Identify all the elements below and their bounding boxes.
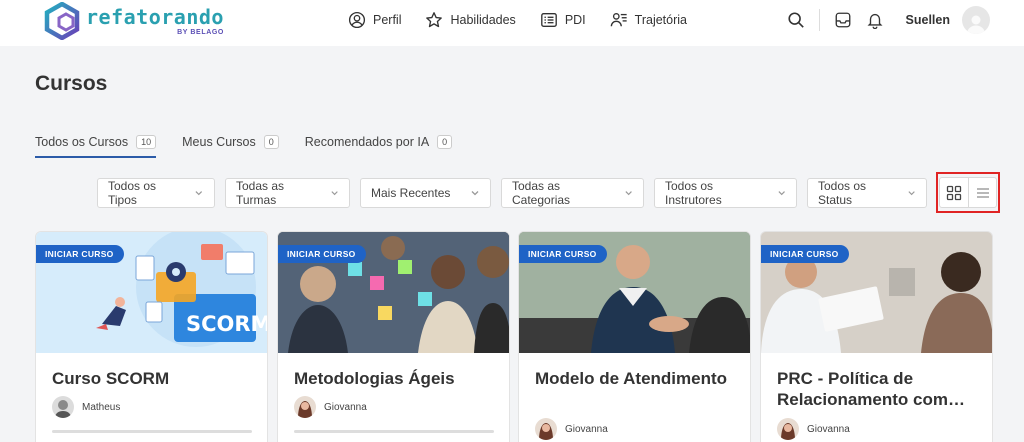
course-thumbnail: SCORM INICIAR CURSO: [36, 232, 267, 353]
course-author: Giovanna: [535, 418, 608, 440]
author-avatar: [535, 418, 557, 440]
thumb-scorm-text: SCORM: [186, 312, 267, 336]
user-list-icon: [610, 13, 627, 27]
author-name: Giovanna: [807, 423, 850, 435]
filter-label: Todas as Categorias: [512, 179, 571, 207]
course-card-prc[interactable]: INICIAR CURSO PRC - Política de Relacion…: [760, 231, 993, 442]
user-circle-icon: [348, 11, 366, 29]
list-icon: [976, 187, 989, 198]
logo-wordmark: refatorando: [86, 5, 224, 29]
filter-label: Mais Recentes: [371, 186, 451, 200]
tab-label: Meus Cursos: [182, 135, 256, 149]
main-nav: Perfil Habilidades PDI Trajetória: [348, 0, 711, 40]
course-tabs: Todos os Cursos 10 Meus Cursos 0 Recomen…: [35, 131, 478, 158]
filter-ordenacao-select[interactable]: Mais Recentes: [360, 178, 491, 208]
grid-icon: [946, 185, 962, 200]
chevron-down-icon: [471, 191, 479, 196]
tab-recomendados-por-ia[interactable]: Recomendados por IA 0: [304, 131, 453, 153]
start-course-badge[interactable]: INICIAR CURSO: [36, 245, 124, 263]
course-title: Modelo de Atendimento: [535, 369, 728, 388]
author-avatar: [52, 396, 74, 418]
header-actions: Suellen: [773, 0, 990, 40]
course-title: PRC - Política de Relacionamento com…: [777, 369, 965, 409]
grid-view-button[interactable]: [940, 178, 968, 207]
filter-label: Todos os Instrutores: [665, 179, 722, 207]
view-toggle-highlight: [936, 172, 1000, 213]
top-navigation-bar: refatorando BY BELAGO Perfil Habilidades…: [0, 0, 1024, 46]
tab-count-badge: 0: [263, 135, 279, 149]
logo-hexagon-icon: [44, 2, 80, 40]
course-progress-bar: [294, 430, 494, 433]
chevron-down-icon: [778, 191, 785, 196]
logo-subtitle: BY BELAGO: [177, 29, 224, 36]
course-title: Curso SCORM: [52, 369, 170, 388]
inbox-icon[interactable]: [834, 11, 852, 29]
chevron-down-icon: [195, 191, 203, 196]
filter-label: Todas as Turmas: [236, 179, 285, 207]
course-author: Giovanna: [777, 418, 850, 440]
filter-bar: Todos os Tipos Todas as Turmas Mais Rece…: [97, 178, 927, 208]
avatar-placeholder-icon: [967, 15, 985, 34]
nav-item-perfil[interactable]: Perfil: [348, 11, 401, 29]
author-photo: [52, 396, 74, 418]
start-course-badge[interactable]: INICIAR CURSO: [519, 245, 607, 263]
nav-item-trajetoria[interactable]: Trajetória: [610, 11, 687, 29]
page-title: Cursos: [35, 72, 108, 95]
author-photo: [535, 418, 557, 440]
nav-label: PDI: [564, 13, 586, 27]
bell-icon[interactable]: [866, 11, 884, 29]
author-photo: [294, 396, 316, 418]
tab-label: Recomendados por IA: [304, 135, 430, 149]
tab-count-badge: 0: [437, 135, 453, 149]
chevron-down-icon: [331, 191, 338, 196]
tab-todos-os-cursos[interactable]: Todos os Cursos 10: [35, 131, 157, 158]
chevron-down-icon: [908, 191, 915, 196]
document-list-icon: [540, 13, 557, 27]
chevron-down-icon: [625, 191, 632, 196]
user-avatar[interactable]: [962, 6, 990, 34]
list-view-button[interactable]: [968, 178, 996, 207]
author-avatar: [294, 396, 316, 418]
tab-count-badge: 10: [136, 135, 157, 149]
course-author: Giovanna: [294, 396, 367, 418]
filter-status-select[interactable]: Todos os Status: [807, 178, 927, 208]
author-name: Giovanna: [565, 423, 608, 435]
user-name[interactable]: Suellen: [906, 13, 950, 27]
start-course-badge[interactable]: INICIAR CURSO: [761, 245, 849, 263]
nav-label: Trajetória: [634, 13, 687, 27]
nav-item-pdi[interactable]: PDI: [540, 11, 586, 29]
author-photo: [777, 418, 799, 440]
filter-instrutores-select[interactable]: Todos os Instrutores: [654, 178, 797, 208]
filter-categorias-select[interactable]: Todas as Categorias: [501, 178, 644, 208]
search-icon[interactable]: [787, 11, 805, 29]
course-thumbnail: INICIAR CURSO: [278, 232, 509, 353]
course-progress-bar: [52, 430, 252, 433]
course-thumbnail: INICIAR CURSO: [519, 232, 750, 353]
course-author: Matheus: [52, 396, 120, 418]
star-icon: [426, 12, 443, 28]
filter-label: Todos os Status: [818, 179, 867, 207]
filter-turmas-select[interactable]: Todas as Turmas: [225, 178, 350, 208]
course-thumbnail: INICIAR CURSO: [761, 232, 992, 353]
course-title: Metodologias Ágeis: [294, 369, 455, 388]
tab-label: Todos os Cursos: [35, 135, 129, 149]
start-course-badge[interactable]: INICIAR CURSO: [278, 245, 366, 263]
course-card-scorm[interactable]: SCORM INICIAR CURSO Curso SCORM Matheus: [35, 231, 268, 442]
tab-meus-cursos[interactable]: Meus Cursos 0: [182, 131, 279, 153]
filter-label: Todos os Tipos: [108, 179, 157, 207]
nav-label: Perfil: [373, 13, 402, 27]
nav-label: Habilidades: [450, 13, 516, 27]
course-card-metodologias-ageis[interactable]: INICIAR CURSO Metodologias Ágeis Giovann…: [277, 231, 510, 442]
author-name: Giovanna: [324, 401, 367, 413]
logo[interactable]: refatorando BY BELAGO: [44, 2, 224, 40]
nav-item-habilidades[interactable]: Habilidades: [425, 11, 516, 29]
filter-tipos-select[interactable]: Todos os Tipos: [97, 178, 215, 208]
author-name: Matheus: [82, 401, 121, 413]
course-card-modelo-de-atendimento[interactable]: INICIAR CURSO Modelo de Atendimento Giov…: [518, 231, 751, 442]
author-avatar: [777, 418, 799, 440]
view-toggle: [939, 177, 997, 208]
header-divider: [818, 9, 820, 31]
